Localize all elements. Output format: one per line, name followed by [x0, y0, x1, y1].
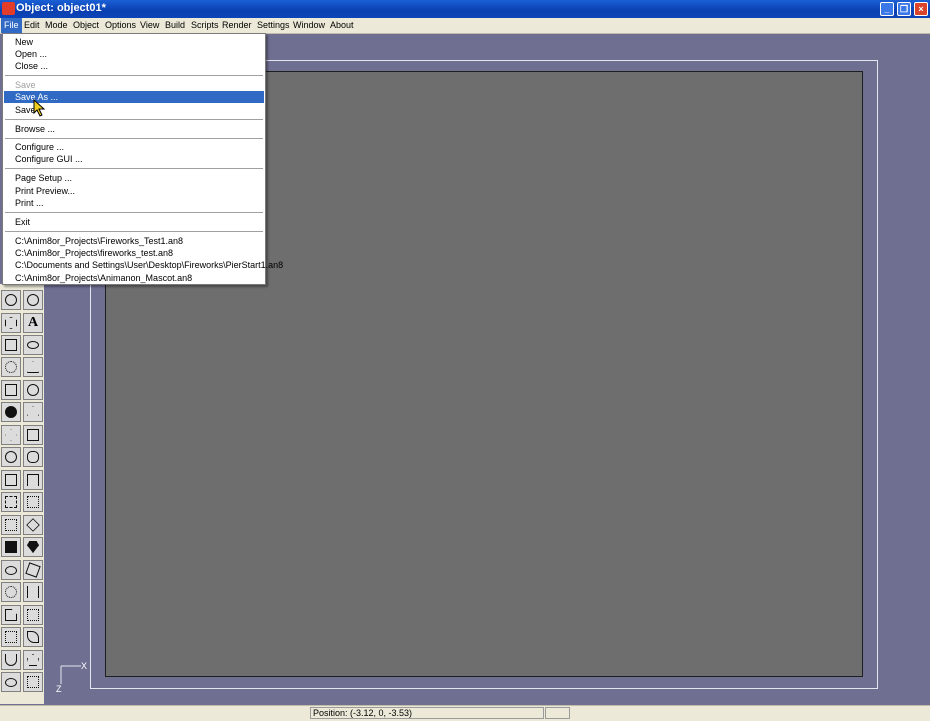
burst-tool-icon[interactable]	[1, 582, 21, 602]
menu-build[interactable]: Build	[162, 18, 188, 33]
menu-options[interactable]: Options	[102, 18, 139, 33]
pyramid-tool-icon[interactable]	[23, 402, 43, 422]
menu-scripts[interactable]: Scripts	[188, 18, 222, 33]
axis-indicator: X Z	[56, 661, 87, 694]
menu-separator	[5, 119, 263, 120]
measure-tool-icon[interactable]	[23, 582, 43, 602]
eye-tool-icon[interactable]	[1, 560, 21, 580]
minimize-button[interactable]: _	[880, 2, 894, 16]
cup-tool-icon[interactable]	[1, 650, 21, 670]
ring-tool-icon[interactable]	[1, 672, 21, 692]
menu-about[interactable]: About	[327, 18, 357, 33]
menu-item-recent-file[interactable]: C:\Documents and Settings\User\Desktop\F…	[4, 259, 283, 271]
menu-item-save-disabled: Save	[15, 80, 36, 90]
menu-render[interactable]: Render	[219, 18, 255, 33]
mesh-source-tool-icon[interactable]	[23, 605, 43, 625]
menu-item-open[interactable]: Open ...	[4, 48, 264, 60]
menu-item-print[interactable]: Print ...	[4, 197, 264, 209]
axis-z-label: Z	[56, 684, 62, 694]
twist-tool-icon[interactable]	[23, 560, 43, 580]
menu-object[interactable]: Object	[70, 18, 102, 33]
status-cell	[545, 707, 570, 719]
list-tool-icon[interactable]	[23, 672, 43, 692]
bend-tool-icon[interactable]	[23, 470, 43, 490]
polygon-tool-icon[interactable]	[1, 313, 21, 333]
subdivide-tool-icon[interactable]	[23, 425, 43, 445]
sphere-tool-icon[interactable]	[23, 290, 43, 310]
lattice-tool-icon[interactable]	[1, 492, 21, 512]
menu-item-recent-file[interactable]: C:\Anim8or_Projects\Fireworks_Test1.an8	[4, 235, 264, 247]
text-tool-icon[interactable]: A	[23, 313, 43, 333]
gear-tool-icon[interactable]	[1, 357, 21, 377]
axis-x-label: X	[81, 661, 87, 671]
cone-tool-icon[interactable]	[23, 357, 43, 377]
menu-item-configure[interactable]: Configure ...	[4, 141, 264, 153]
torus-tool-icon[interactable]	[1, 290, 21, 310]
crown-tool-icon[interactable]	[1, 537, 21, 557]
menu-item-page-setup[interactable]: Page Setup ...	[4, 172, 264, 184]
status-bar: Position: (-3.12, 0, -3.53)	[0, 705, 930, 721]
mesh-grid-tool-icon[interactable]	[1, 470, 21, 490]
menu-separator	[5, 168, 263, 169]
menu-item-close[interactable]: Close ...	[4, 60, 264, 72]
restore-button[interactable]: ❐	[897, 2, 911, 16]
mesh-path-tool-icon[interactable]	[1, 627, 21, 647]
menu-bar: File Edit Mode Object Options View Build…	[0, 18, 930, 34]
menu-item-browse[interactable]: Browse ...	[4, 123, 264, 135]
spring-tool-icon[interactable]	[23, 447, 43, 467]
menu-edit[interactable]: Edit	[21, 18, 43, 33]
toolbox: A	[0, 284, 44, 704]
menu-window[interactable]: Window	[290, 18, 328, 33]
close-button[interactable]: ×	[914, 2, 928, 16]
position-readout: Position: (-3.12, 0, -3.53)	[310, 707, 544, 719]
menu-item-print-preview[interactable]: Print Preview...	[4, 185, 264, 197]
menu-separator	[5, 75, 263, 76]
mouse-cursor-icon	[33, 99, 46, 117]
geosphere-tool-icon[interactable]	[23, 380, 43, 400]
menu-item-recent-file[interactable]: C:\Anim8or_Projects\fireworks_test.an8	[4, 247, 264, 259]
menu-separator	[5, 231, 263, 232]
corner-tool-icon[interactable]	[1, 605, 21, 625]
path-shape-tool-icon[interactable]	[1, 515, 21, 535]
leaf-tool-icon[interactable]	[23, 627, 43, 647]
globe-tool-icon[interactable]	[1, 447, 21, 467]
grid-tool-icon[interactable]	[1, 335, 21, 355]
move-tool-icon[interactable]	[1, 425, 21, 445]
app-icon	[2, 2, 15, 15]
file-menu-dropdown: New Open ... Close ... Save Save As ... …	[2, 33, 283, 285]
menu-file[interactable]: File	[1, 18, 22, 33]
menu-mode[interactable]: Mode	[42, 18, 71, 33]
menu-item-new[interactable]: New	[4, 36, 264, 48]
menu-item-recent-file[interactable]: C:\Anim8or_Projects\Animanon_Mascot.an8	[4, 272, 264, 284]
menu-item-configure-gui[interactable]: Configure GUI ...	[4, 153, 264, 165]
shape-path-tool-icon[interactable]	[23, 492, 43, 512]
gem-tool-icon[interactable]	[23, 537, 43, 557]
title-bar: Object: object01* _ ❐ ×	[0, 0, 930, 18]
menu-item-exit[interactable]: Exit	[4, 216, 264, 228]
menu-separator	[5, 138, 263, 139]
menu-view[interactable]: View	[137, 18, 162, 33]
menu-separator	[5, 212, 263, 213]
diamond-tool-icon[interactable]	[23, 515, 43, 535]
menu-settings[interactable]: Settings	[254, 18, 293, 33]
ellipse-tool-icon[interactable]	[23, 335, 43, 355]
light-tool-icon[interactable]	[1, 402, 21, 422]
pentagon-tool-icon[interactable]	[23, 650, 43, 670]
cube-tool-icon[interactable]	[1, 380, 21, 400]
window-title: Object: object01*	[16, 2, 106, 14]
